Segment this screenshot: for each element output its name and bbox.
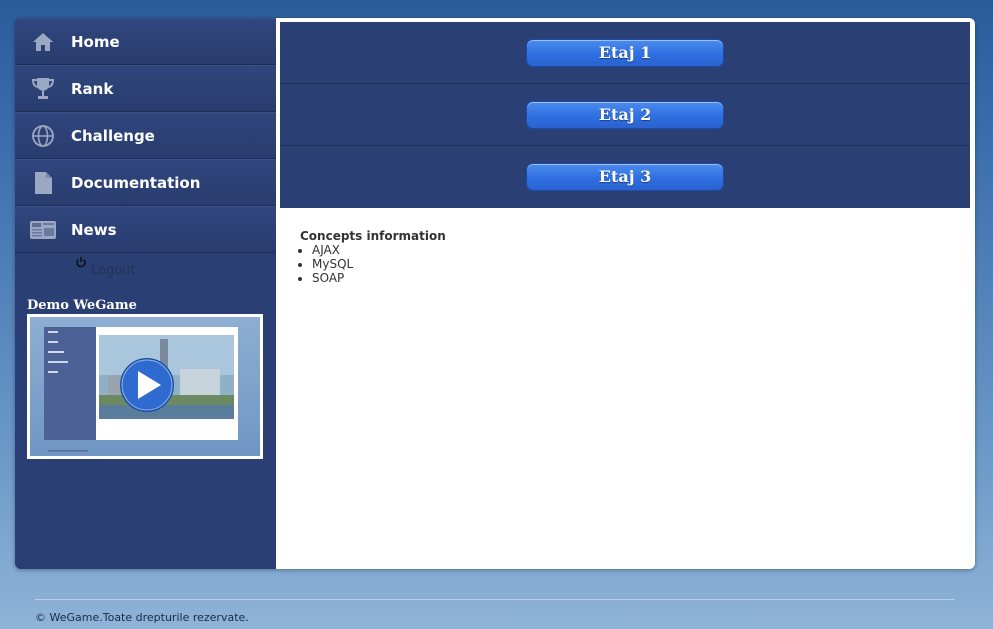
main-frame: Home Rank Challenge Documentation News L… [15,18,975,569]
footer-divider [35,599,955,600]
nav-label-documentation: Documentation [71,173,201,192]
level-3-button[interactable]: Etaj 3 [526,162,724,191]
levels-panel: Etaj 1 Etaj 2 Etaj 3 [280,22,970,208]
nav-item-rank[interactable]: Rank [15,65,276,112]
nav-label-challenge: Challenge [71,126,155,145]
concepts-section: Concepts information AJAX MySQL SOAP [300,229,446,285]
list-item: AJAX [312,243,446,257]
nav-item-home[interactable]: Home [15,18,276,65]
level-row: Etaj 2 [280,84,970,146]
nav-label-home: Home [71,32,120,51]
list-item: MySQL [312,257,446,271]
level-row: Etaj 1 [280,22,970,84]
concepts-list: AJAX MySQL SOAP [300,243,446,285]
nav-label-news: News [71,220,117,239]
sidebar: Home Rank Challenge Documentation News L… [15,18,276,569]
nav-label-rank: Rank [71,79,114,98]
logout-link[interactable]: Logout [15,253,276,287]
list-item: SOAP [312,271,446,285]
power-icon [75,256,87,272]
trophy-icon [29,75,57,103]
newspaper-icon [29,216,57,244]
level-2-button[interactable]: Etaj 2 [526,100,724,129]
nav-item-challenge[interactable]: Challenge [15,112,276,159]
demo-video-thumbnail[interactable] [27,314,263,459]
nav-item-documentation[interactable]: Documentation [15,159,276,206]
level-row: Etaj 3 [280,146,970,207]
level-1-button[interactable]: Etaj 1 [526,38,724,67]
document-icon [29,169,57,197]
footer-copyright: © WeGame.Toate drepturile rezervate. [35,611,249,624]
logout-label: Logout [91,263,136,278]
demo-title: Demo WeGame [27,298,137,313]
globe-icon [29,122,57,150]
main-content: Etaj 1 Etaj 2 Etaj 3 Concepts informatio… [276,18,975,569]
nav-item-news[interactable]: News [15,206,276,253]
video-preview-image [44,327,238,452]
home-icon [29,28,57,56]
concepts-title: Concepts information [300,229,446,243]
